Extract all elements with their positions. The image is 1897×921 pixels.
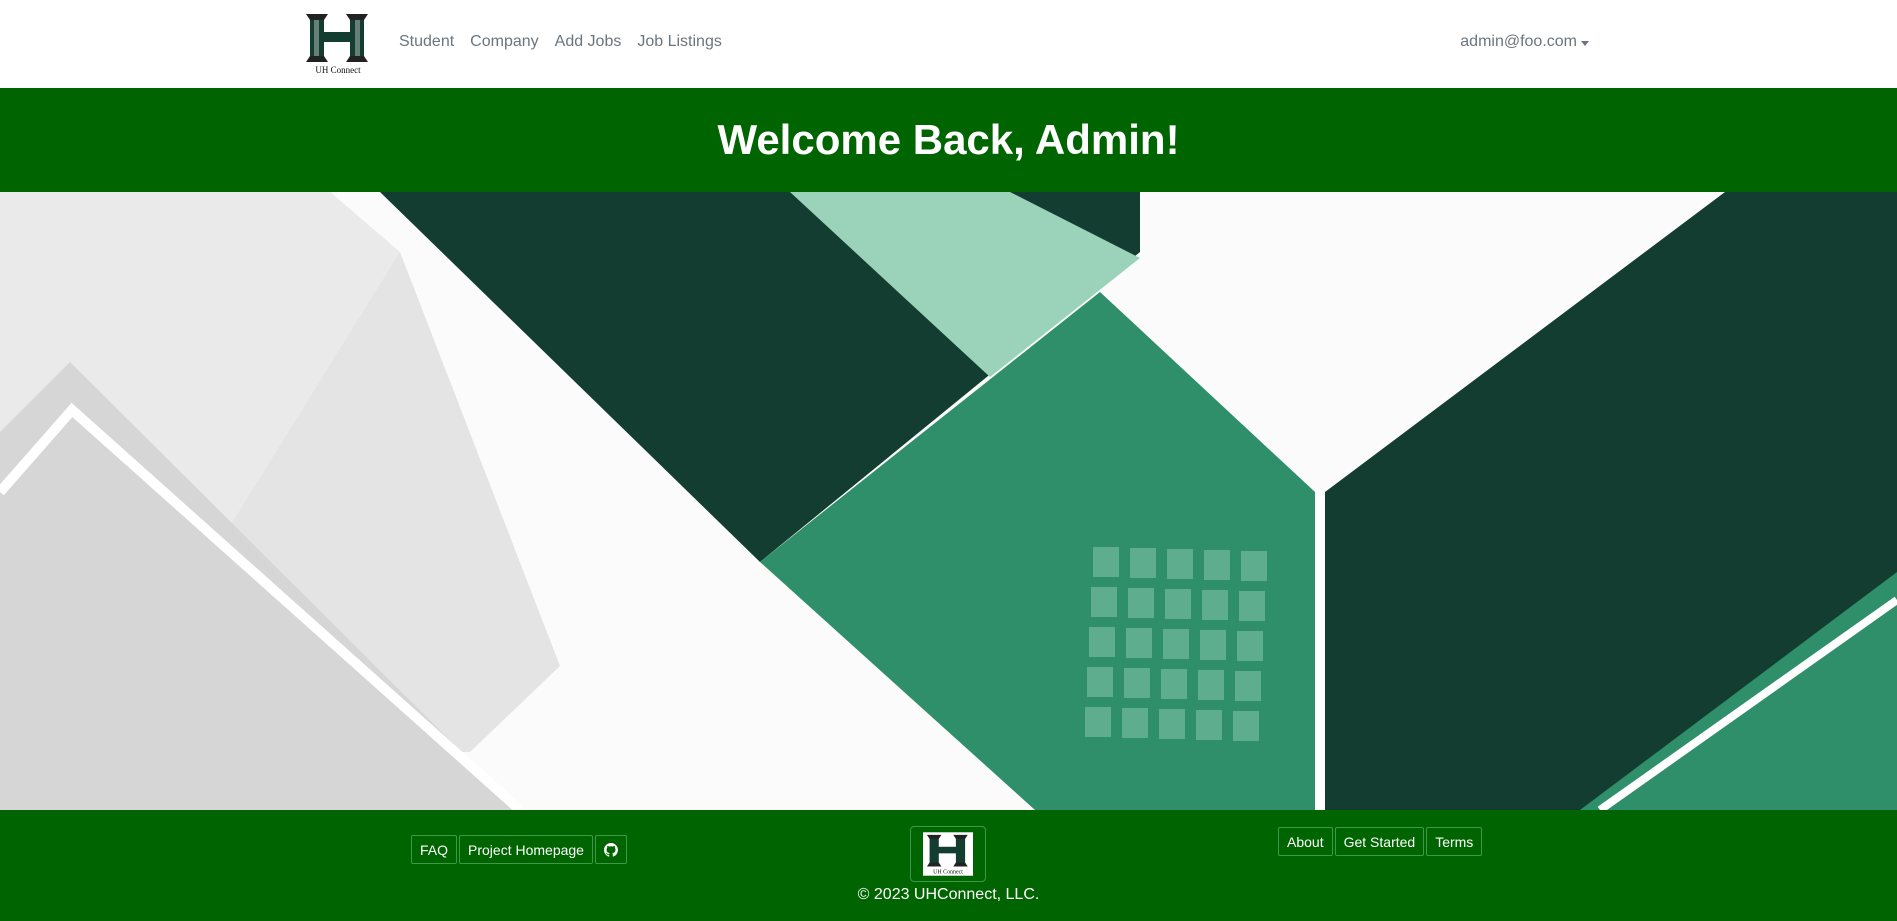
github-icon: [603, 842, 618, 857]
nav-links: Student Company Add Jobs Job Listings: [399, 33, 722, 51]
copyright-text: © 2023 UHConnect, LLC.: [857, 886, 1040, 903]
user-dropdown[interactable]: admin@foo.com: [1460, 33, 1589, 51]
footer-logo[interactable]: UH Connect: [910, 826, 986, 882]
nav-link-student[interactable]: Student: [399, 33, 454, 51]
navbar: UH Connect Student Company Add Jobs Job …: [0, 0, 1897, 88]
welcome-title: Welcome Back, Admin!: [717, 116, 1180, 163]
faq-button[interactable]: FAQ: [411, 835, 458, 864]
abstract-geometric-background: [0, 192, 1897, 810]
welcome-banner: Welcome Back, Admin!: [0, 88, 1897, 192]
logo-caption: UH Connect: [315, 65, 361, 75]
github-button[interactable]: [594, 835, 627, 864]
get-started-button[interactable]: Get Started: [1334, 827, 1425, 856]
about-button[interactable]: About: [1278, 827, 1333, 856]
footer-left-links: FAQ Project Homepage: [411, 835, 629, 864]
footer-logo-caption: UH Connect: [933, 870, 963, 876]
nav-link-add-jobs[interactable]: Add Jobs: [555, 33, 622, 51]
uh-connect-logo: UH Connect: [923, 832, 973, 876]
project-homepage-button[interactable]: Project Homepage: [459, 835, 593, 864]
hero-image: [0, 192, 1897, 810]
nav-link-job-listings[interactable]: Job Listings: [637, 33, 722, 51]
footer-right-links: About Get Started Terms: [1278, 827, 1484, 856]
user-email: admin@foo.com: [1460, 33, 1577, 50]
caret-down-icon: [1581, 40, 1589, 46]
terms-button[interactable]: Terms: [1426, 827, 1483, 856]
nav-link-company[interactable]: Company: [470, 33, 538, 51]
uh-connect-logo[interactable]: UH Connect: [300, 10, 376, 76]
